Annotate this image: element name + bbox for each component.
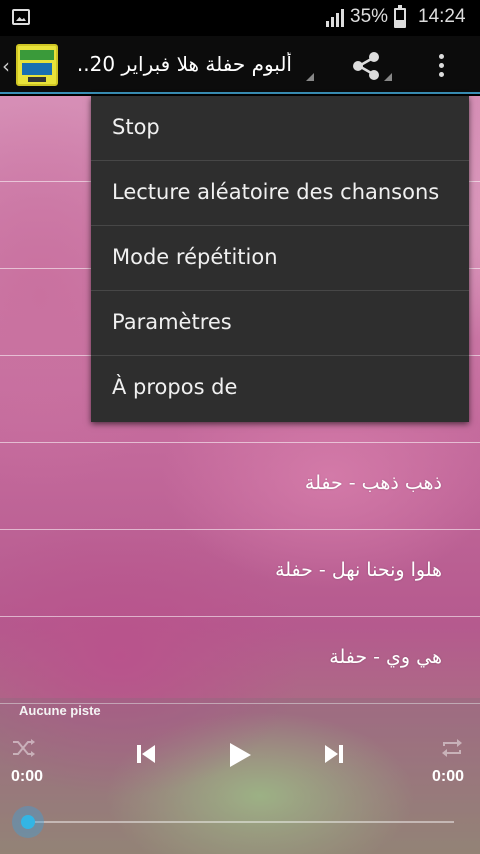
album-title[interactable]: ألبوم حفلة هلا فبراير 20.. (68, 52, 292, 76)
menu-item-label: Mode répétition (112, 245, 278, 269)
previous-track-icon[interactable] (136, 744, 156, 764)
app-logo[interactable] (16, 44, 58, 86)
status-bar: 35% 14:24 (0, 0, 480, 36)
share-icon[interactable] (346, 48, 386, 84)
share-spinner-indicator (384, 73, 392, 81)
menu-item-label: À propos de (112, 375, 238, 399)
menu-item-label: Lecture aléatoire des chansons (112, 180, 440, 204)
duration-time: 0:00 (432, 768, 465, 785)
song-title: هلوا ونحنا نهل - حفلة (275, 559, 442, 581)
overflow-menu-icon[interactable] (430, 50, 454, 82)
play-icon[interactable] (228, 742, 252, 768)
track-status: Aucune piste (19, 703, 101, 718)
menu-item-repeat-mode[interactable]: Mode répétition (91, 226, 469, 291)
battery-icon (394, 5, 406, 28)
elapsed-time: 0:00 (11, 768, 44, 785)
menu-item-label: Stop (112, 115, 160, 139)
song-title: هي وي - حفلة (329, 646, 442, 668)
menu-item-settings[interactable]: Paramètres (91, 291, 469, 356)
battery-percent: 35% (350, 6, 389, 27)
shuffle-icon[interactable] (12, 738, 36, 758)
action-bar: ‹ ألبوم حفلة هلا فبراير 20.. (0, 36, 480, 94)
signal-icon (326, 9, 346, 27)
back-arrow-icon[interactable]: ‹ (2, 54, 10, 78)
overflow-menu: Stop Lecture aléatoire des chansons Mode… (91, 96, 469, 422)
song-title: ذهب ذهب - حفلة (304, 472, 442, 494)
menu-item-label: Paramètres (112, 310, 232, 334)
list-item[interactable]: هلوا ونحنا نهل - حفلة (0, 531, 480, 617)
list-item[interactable]: هي وي - حفلة (0, 618, 480, 704)
next-track-icon[interactable] (324, 744, 344, 764)
menu-item-about[interactable]: À propos de (91, 356, 469, 421)
list-item[interactable]: ذهب ذهب - حفلة (0, 444, 480, 530)
image-notification-icon (12, 9, 30, 25)
menu-item-shuffle[interactable]: Lecture aléatoire des chansons (91, 161, 469, 226)
player-controls: Aucune piste 0:00 0:00 (0, 698, 480, 854)
repeat-icon[interactable] (440, 738, 464, 758)
title-spinner-indicator (306, 73, 314, 81)
seek-bar[interactable] (28, 821, 454, 823)
seek-thumb[interactable] (12, 806, 44, 838)
clock: 14:24 (418, 6, 466, 27)
menu-item-stop[interactable]: Stop (91, 96, 469, 161)
